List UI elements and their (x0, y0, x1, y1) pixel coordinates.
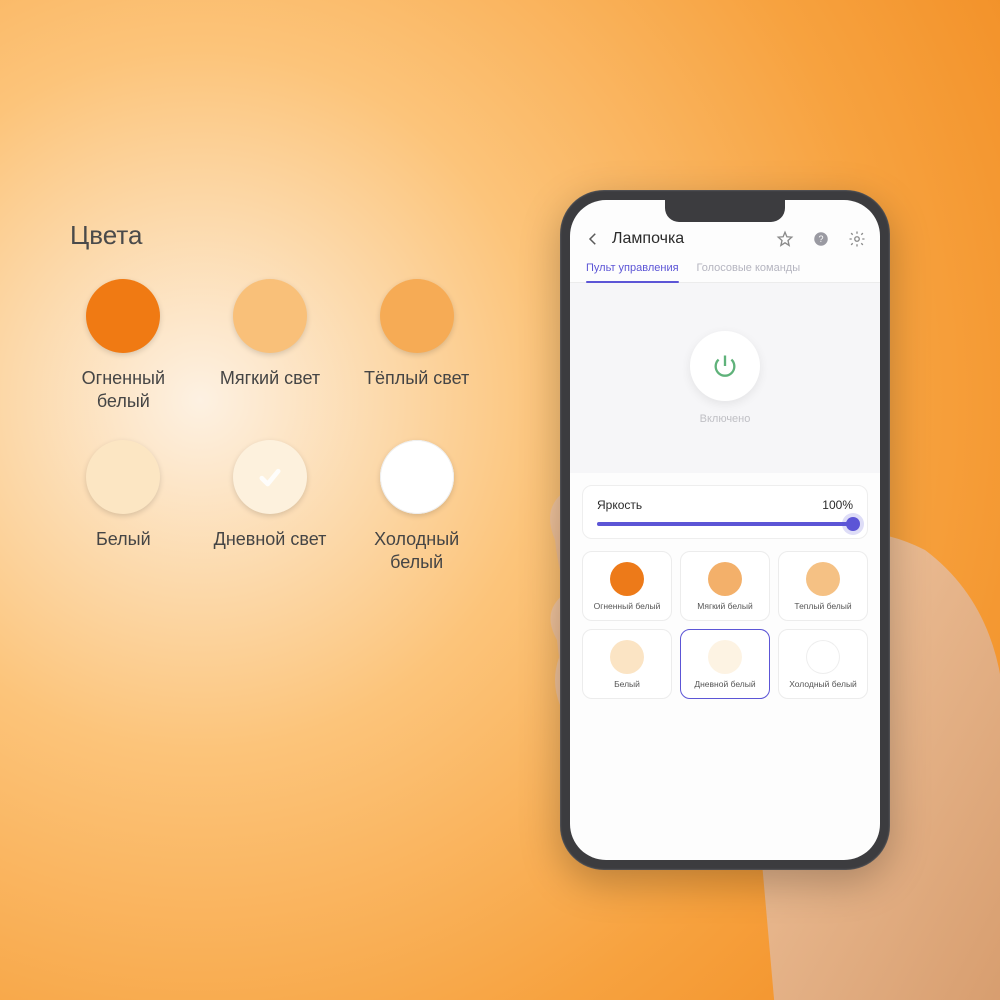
color-label: Мягкий белый (697, 602, 752, 612)
palette-swatch (86, 440, 160, 514)
palette-label: Огненный белый (60, 367, 187, 412)
palette-item-2[interactable]: Тёплый свет (353, 279, 480, 412)
tab-0[interactable]: Пульт управления (586, 262, 679, 282)
color-option-4[interactable]: Дневной белый (680, 629, 770, 699)
palette-item-4[interactable]: Дневной свет (207, 440, 334, 573)
color-option-0[interactable]: Огненный белый (582, 551, 672, 621)
tabs-bar: Пульт управления Голосовые команды (570, 256, 880, 283)
back-icon[interactable] (584, 230, 602, 248)
color-swatch (708, 562, 742, 596)
svg-text:?: ? (818, 234, 823, 244)
gear-icon[interactable] (848, 230, 866, 248)
brightness-slider[interactable] (597, 522, 853, 526)
palette-swatch (86, 279, 160, 353)
color-swatch (806, 562, 840, 596)
palette-item-5[interactable]: Холодный белый (353, 440, 480, 573)
help-icon[interactable]: ? (812, 230, 830, 248)
brightness-label: Яркость (597, 498, 642, 512)
color-option-1[interactable]: Мягкий белый (680, 551, 770, 621)
palette-panel: Цвета Огненный белый Мягкий свет Тёплый св… (60, 220, 480, 573)
palette-swatch (380, 279, 454, 353)
color-label: Холодный белый (789, 680, 857, 690)
color-label: Огненный белый (594, 602, 661, 612)
color-label: Теплый белый (794, 602, 851, 612)
color-option-2[interactable]: Теплый белый (778, 551, 868, 621)
phone-frame: Лампочка ? Пульт управления Голосовые ком… (560, 190, 890, 870)
star-icon[interactable] (776, 230, 794, 248)
palette-item-3[interactable]: Белый (60, 440, 187, 573)
phone-mockup: Лампочка ? Пульт управления Голосовые ком… (560, 190, 900, 890)
power-section: Включено (570, 283, 880, 473)
color-option-5[interactable]: Холодный белый (778, 629, 868, 699)
color-swatch (806, 640, 840, 674)
palette-grid: Огненный белый Мягкий свет Тёплый свет Белы… (60, 279, 480, 573)
power-button[interactable] (690, 331, 760, 401)
app-title: Лампочка (612, 230, 758, 248)
palette-swatch (233, 279, 307, 353)
palette-label: Белый (60, 528, 187, 551)
app-screen: Лампочка ? Пульт управления Голосовые ком… (570, 200, 880, 860)
color-swatch (610, 640, 644, 674)
color-swatch (610, 562, 644, 596)
palette-item-0[interactable]: Огненный белый (60, 279, 187, 412)
color-swatch (708, 640, 742, 674)
color-grid: Огненный белый Мягкий белый Теплый белый Бе… (582, 551, 868, 699)
power-status-label: Включено (700, 413, 751, 425)
palette-item-1[interactable]: Мягкий свет (207, 279, 334, 412)
palette-label: Мягкий свет (207, 367, 334, 390)
color-label: Дневной белый (694, 680, 755, 690)
slider-thumb[interactable] (846, 517, 860, 531)
palette-label: Холодный белый (353, 528, 480, 573)
color-label: Белый (614, 680, 640, 690)
palette-swatch (380, 440, 454, 514)
brightness-value: 100% (822, 498, 853, 512)
color-option-3[interactable]: Белый (582, 629, 672, 699)
palette-swatch (233, 440, 307, 514)
palette-label: Дневной свет (207, 528, 334, 551)
brightness-card: Яркость 100% (582, 485, 868, 539)
tab-1[interactable]: Голосовые команды (697, 262, 801, 282)
palette-label: Тёплый свет (353, 367, 480, 390)
palette-title: Цвета (70, 220, 480, 251)
phone-notch (665, 200, 785, 222)
